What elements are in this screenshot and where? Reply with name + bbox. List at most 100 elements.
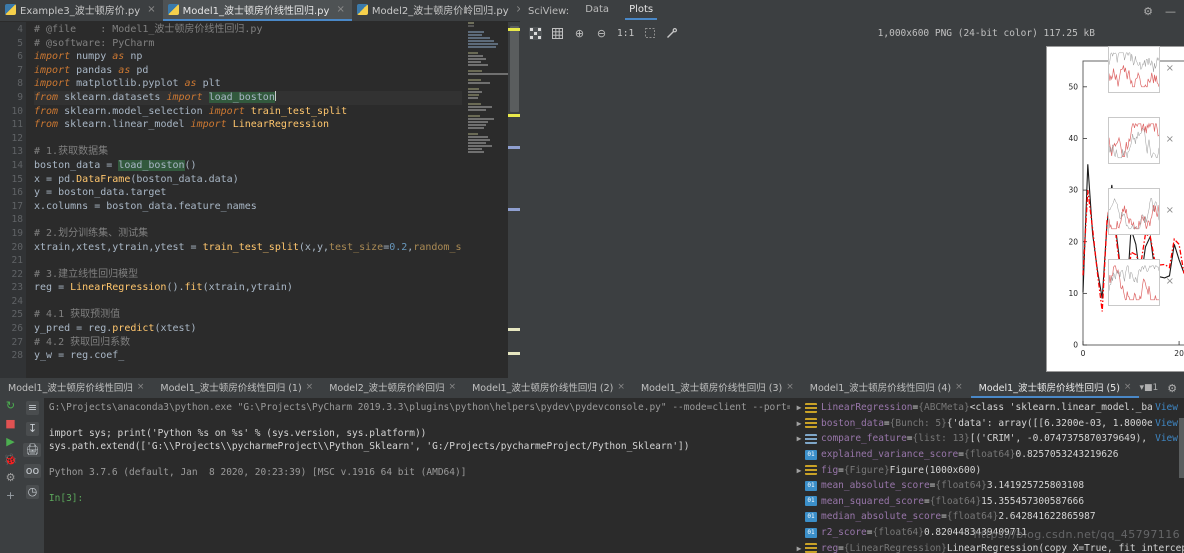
zoom-in-icon[interactable]: ⊕	[573, 27, 586, 40]
console-tab-3[interactable]: Model1_波士顿房价线性回归 (2) ×	[464, 378, 633, 398]
close-icon[interactable]: ×	[1166, 205, 1174, 216]
console-tab-6[interactable]: Model1_波士顿房价线性回归 (5) ×	[970, 378, 1140, 398]
plot-thumbnail[interactable]	[1108, 259, 1160, 306]
code-line-5[interactable]: # @software: PyCharm	[34, 37, 520, 51]
marker-warning[interactable]	[508, 328, 520, 331]
add-icon[interactable]: +	[6, 490, 15, 502]
tab-data[interactable]: Data	[581, 2, 613, 20]
expand-arrow-icon[interactable]: ▶	[793, 434, 805, 443]
console-tab-2[interactable]: Model2_波士顿房价岭回归 ×	[321, 378, 464, 398]
close-icon[interactable]: ×	[336, 4, 344, 15]
soft-wrap-icon[interactable]: ≡	[25, 401, 40, 415]
plot-thumbnail[interactable]	[1108, 46, 1160, 93]
grid-icon[interactable]	[551, 27, 564, 40]
code-line-9[interactable]: from sklearn.datasets import load_boston	[34, 90, 520, 105]
editor-scrollbar[interactable]	[508, 22, 520, 378]
variable-row-1[interactable]: ▶ boston_data = {Bunch: 5} {'data': array…	[790, 416, 1184, 432]
plot-thumbnail-list[interactable]: × × × ×	[1108, 46, 1176, 332]
code-line-14[interactable]: boston_data = load_boston()	[34, 159, 520, 173]
fit-to-window-icon[interactable]	[529, 26, 542, 40]
history-icon[interactable]: ◷	[25, 485, 40, 499]
plot-thumbnail-item[interactable]: ×	[1108, 117, 1176, 180]
plot-thumbnail-item[interactable]: ×	[1108, 259, 1176, 322]
zoom-out-icon[interactable]: ⊖	[595, 27, 608, 40]
close-icon[interactable]: ×	[137, 382, 145, 392]
code-line-20[interactable]: xtrain,xtest,ytrain,ytest = train_test_s…	[34, 241, 520, 255]
console-output[interactable]: G:\Projects\anaconda3\python.exe "G:\Pro…	[44, 398, 790, 553]
code-line-13[interactable]: # 1.获取数据集	[34, 145, 520, 159]
tab-plots[interactable]: Plots	[625, 2, 658, 20]
variable-row-4[interactable]: ▶ fig = {Figure} Figure(1000x600)	[790, 462, 1184, 478]
code-line-7[interactable]: import pandas as pd	[34, 64, 520, 78]
gear-icon[interactable]: ⚙	[1143, 5, 1153, 18]
marker-warning[interactable]	[508, 114, 520, 117]
marker-info[interactable]	[508, 146, 520, 149]
editor-tab-1[interactable]: Model1_波士顿房价线性回归.py ×	[162, 0, 352, 21]
selection-icon[interactable]	[643, 27, 656, 40]
close-icon[interactable]: ×	[306, 382, 314, 392]
expand-arrow-icon[interactable]: ▶	[793, 419, 805, 428]
marker-info[interactable]	[508, 208, 520, 211]
close-icon[interactable]: ×	[1166, 134, 1174, 145]
close-icon[interactable]: ×	[1166, 276, 1174, 287]
console-tab-4[interactable]: Model1_波士顿房价线性回归 (3) ×	[633, 378, 802, 398]
code-line-11[interactable]: from sklearn.linear_model import LinearR…	[34, 118, 520, 132]
code-area[interactable]: 4 5 6 7 8 9 10 11 12 13 14 15 16 17 18 19 20 21 22 23 24 25 26…	[0, 22, 520, 378]
plot-thumbnail-item[interactable]: ×	[1108, 188, 1176, 251]
code-line-28[interactable]: y_w = reg.coef_	[34, 349, 520, 363]
variable-row-3[interactable]: 01 explained_variance_score = {float64} 0…	[790, 447, 1184, 463]
code-line-25[interactable]: # 4.1 获取预测值	[34, 308, 520, 322]
code-line-22[interactable]: # 3.建立线性回归模型	[34, 268, 520, 282]
marker-warning[interactable]	[508, 352, 520, 355]
minimize-icon[interactable]: —	[1165, 5, 1176, 18]
scrollbar-thumb[interactable]	[510, 26, 519, 112]
expand-arrow-icon[interactable]: ▶	[793, 466, 805, 475]
code-line-12[interactable]	[34, 132, 520, 146]
code-line-17[interactable]: x.columns = boston_data.feature_names	[34, 200, 520, 214]
stop-icon[interactable]: ■	[5, 418, 15, 430]
rerun-icon[interactable]: ↻	[6, 400, 15, 412]
plot-thumbnail-item[interactable]: ×	[1108, 46, 1176, 109]
show-variables-icon[interactable]: oo	[23, 464, 42, 478]
code-line-21[interactable]	[34, 254, 520, 268]
debug-icon[interactable]: 🐞	[4, 454, 18, 466]
variable-row-5[interactable]: 01 mean_absolute_score = {float64} 3.1419…	[790, 478, 1184, 494]
print-icon[interactable]: 🖨	[23, 443, 42, 457]
scroll-to-end-icon[interactable]: ↧	[25, 422, 40, 436]
variable-row-2[interactable]: ▶ compare_feature = {list: 13} [('CRIM', …	[790, 431, 1184, 447]
close-icon[interactable]: ×	[1124, 382, 1132, 392]
marker-warning[interactable]	[508, 28, 520, 31]
variable-row-7[interactable]: 01 median_absolute_score = {float64} 2.64…	[790, 509, 1184, 525]
code-line-23[interactable]: reg = LinearRegression().fit(xtrain,ytra…	[34, 281, 520, 295]
close-icon[interactable]: ×	[449, 382, 457, 392]
expand-arrow-icon[interactable]: ▶	[793, 403, 805, 412]
code-line-24[interactable]	[34, 295, 520, 309]
view-link[interactable]: View	[1152, 417, 1178, 429]
close-icon[interactable]: ×	[786, 382, 794, 392]
variable-row-9[interactable]: ▶ reg = {LinearRegression} LinearRegressi…	[790, 540, 1184, 553]
editor-tab-0[interactable]: Example3_波士顿房价.py ×	[0, 0, 163, 21]
code-text[interactable]: # @file : Model1_波士顿房价线性回归.py # @software…	[26, 22, 520, 378]
settings-icon[interactable]: ⚙	[6, 472, 16, 484]
code-line-18[interactable]	[34, 213, 520, 227]
view-link[interactable]: View	[1152, 433, 1178, 445]
editor-tab-2[interactable]: Model2_波士顿房价岭回归.py ×	[352, 0, 520, 21]
expand-arrow-icon[interactable]: ▶	[793, 544, 805, 553]
close-icon[interactable]: ×	[955, 382, 963, 392]
eyedropper-icon[interactable]	[665, 27, 678, 40]
close-icon[interactable]: ×	[617, 382, 625, 392]
code-line-6[interactable]: import numpy as np	[34, 50, 520, 64]
code-line-10[interactable]: from sklearn.model_selection import trai…	[34, 105, 520, 119]
editor-minimap[interactable]	[462, 22, 508, 378]
console-tab-1[interactable]: Model1_波士顿房价线性回归 (1) ×	[152, 378, 321, 398]
console-tab-5[interactable]: Model1_波士顿房价线性回归 (4) ×	[802, 378, 971, 398]
variable-row-6[interactable]: 01 mean_squared_score = {float64} 15.3554…	[790, 494, 1184, 510]
code-line-8[interactable]: import matplotlib.pyplot as plt	[34, 77, 520, 91]
code-line-26[interactable]: y_pred = reg.predict(xtest)	[34, 322, 520, 336]
variables-scrollbar[interactable]	[1179, 418, 1184, 478]
run-icon[interactable]: ▶	[6, 436, 14, 448]
view-link[interactable]: View	[1152, 402, 1178, 414]
plot-thumbnail[interactable]	[1108, 117, 1160, 164]
code-line-19[interactable]: # 2.划分训练集、测试集	[34, 227, 520, 241]
code-line-15[interactable]: x = pd.DataFrame(boston_data.data)	[34, 173, 520, 187]
